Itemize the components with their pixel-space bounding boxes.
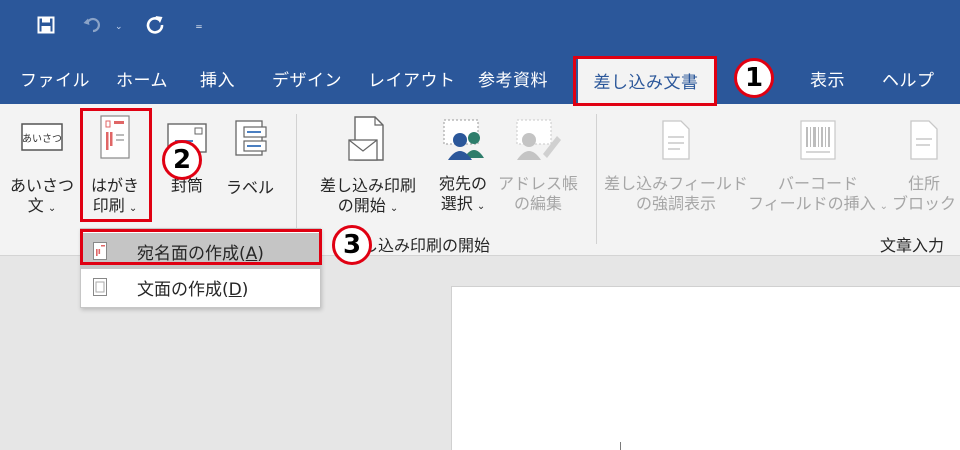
- document-page[interactable]: [451, 286, 960, 450]
- menu-item-create-address-side[interactable]: 宛名面の作成(A): [81, 233, 320, 269]
- address-side-icon: [93, 242, 107, 260]
- step-badge-2: 2: [162, 140, 202, 180]
- tab-layout[interactable]: レイアウト: [368, 52, 456, 104]
- chevron-down-icon: ⌄: [879, 201, 889, 212]
- undo-icon: [83, 17, 100, 33]
- save-icon: [37, 16, 55, 34]
- tab-insert[interactable]: 挿入: [200, 52, 235, 104]
- message-side-icon: [93, 278, 107, 296]
- save-button[interactable]: [32, 12, 60, 38]
- insert-barcode-field-button[interactable]: バーコード フィールドの挿入 ⌄: [748, 118, 888, 217]
- ribbon-tabs: ファイル ホーム 挿入 デザイン レイアウト 参考資料 差し込み文書 表示 ヘル…: [0, 52, 960, 104]
- svg-text:あいさつ: あいさつ: [22, 133, 62, 145]
- greeting-letter-button[interactable]: あいさつ あいさつ 文 ⌄: [10, 118, 74, 219]
- undo-button[interactable]: [80, 12, 106, 38]
- postcard-icon: [100, 115, 130, 159]
- greeting-icon: あいさつ: [21, 123, 63, 151]
- group-separator: [596, 114, 597, 244]
- chevron-down-icon: ⌄: [47, 203, 57, 214]
- step-badge-3: 3: [332, 225, 372, 265]
- chevron-down-icon: ⌄: [389, 203, 399, 214]
- page-corner-mark: [620, 442, 621, 450]
- postcard-print-button[interactable]: はがき 印刷 ⌄: [82, 112, 148, 219]
- group-separator: [296, 114, 297, 244]
- tab-home[interactable]: ホーム: [116, 52, 168, 104]
- customize-qat-button[interactable]: ₌: [192, 12, 206, 38]
- select-recipients-button[interactable]: 宛先の 選択 ⌄: [428, 118, 498, 217]
- redo-button[interactable]: [142, 12, 168, 38]
- postcard-print-menu: 宛名面の作成(A) 文面の作成(D): [80, 228, 321, 308]
- barcode-icon: [800, 120, 836, 160]
- menu-item-create-message-side[interactable]: 文面の作成(D): [81, 269, 320, 305]
- group-label-write-insert-fields: 文章入力: [880, 236, 945, 255]
- address-block-button[interactable]: 住所 ブロック: [888, 118, 960, 214]
- highlight-merge-fields-button[interactable]: 差し込みフィールド の強調表示: [604, 118, 748, 214]
- tab-design[interactable]: デザイン: [272, 52, 342, 104]
- chevron-down-icon: ⌄: [476, 201, 486, 212]
- undo-dropdown-chevron-icon[interactable]: ⌄: [115, 22, 123, 32]
- edit-recipients-icon: [516, 119, 561, 160]
- highlight-fields-icon: [662, 120, 690, 160]
- redo-icon: [146, 16, 164, 34]
- labels-icon: [235, 120, 267, 156]
- customize-icon: ₌: [195, 17, 203, 33]
- tab-references[interactable]: 参考資料: [478, 52, 548, 104]
- tab-view[interactable]: 表示: [810, 52, 845, 104]
- start-mail-merge-button[interactable]: 差し込み印刷 の開始 ⌄: [310, 114, 426, 219]
- title-bar: ⌄ ₌: [0, 0, 960, 52]
- chevron-down-icon: ⌄: [128, 203, 138, 214]
- edit-recipient-list-button[interactable]: アドレス帳 の編集: [498, 118, 578, 214]
- tab-file[interactable]: ファイル: [20, 52, 90, 104]
- recipients-icon: [443, 119, 484, 160]
- labels-button[interactable]: ラベル: [222, 118, 278, 198]
- step-badge-1: 1: [734, 58, 774, 98]
- start-mail-merge-icon: [348, 116, 384, 161]
- tab-mailings[interactable]: 差し込み文書: [578, 56, 714, 104]
- address-block-icon: [910, 120, 938, 160]
- tab-help[interactable]: ヘルプ: [882, 52, 935, 104]
